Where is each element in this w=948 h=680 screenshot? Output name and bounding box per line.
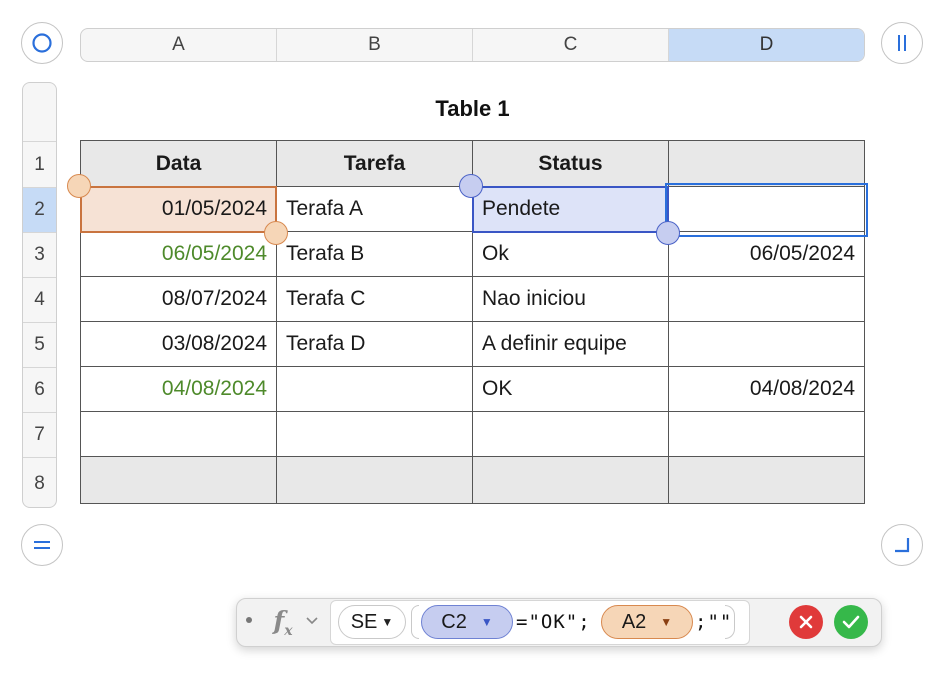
- cell-d3[interactable]: 06/05/2024: [668, 231, 865, 277]
- reference-handle-a2-start[interactable]: [67, 174, 91, 198]
- paren-open: [411, 605, 419, 639]
- cell-a4[interactable]: 08/07/2024: [80, 276, 277, 322]
- function-icon[interactable]: fx: [268, 604, 298, 640]
- table-resize-button[interactable]: [881, 524, 923, 566]
- corner-resize-icon: [895, 538, 910, 553]
- header-cell-d[interactable]: [668, 140, 865, 187]
- cell-a2[interactable]: 01/05/2024: [80, 186, 277, 232]
- table-row: 04/08/2024 OK 04/08/2024: [80, 366, 865, 412]
- column-header-c[interactable]: C: [473, 29, 669, 61]
- cell-a7[interactable]: [80, 411, 277, 457]
- cell-d6[interactable]: 04/08/2024: [668, 366, 865, 412]
- cell-d4[interactable]: [668, 276, 865, 322]
- column-header-b[interactable]: B: [277, 29, 473, 61]
- circle-select-all-icon: [32, 33, 52, 53]
- reference-token-label: C2: [441, 610, 467, 633]
- cancel-button[interactable]: [789, 605, 823, 639]
- column-header-d[interactable]: D: [669, 29, 864, 61]
- cancel-x-icon: [799, 615, 813, 629]
- row-header-4[interactable]: 4: [23, 277, 56, 322]
- row-header-6[interactable]: 6: [23, 367, 56, 412]
- add-column-button[interactable]: [881, 22, 923, 64]
- column-resize-icon: [898, 35, 906, 51]
- caret-down-icon: ▼: [660, 615, 673, 629]
- header-cell-status[interactable]: Status: [472, 140, 669, 187]
- accept-check-icon: [842, 615, 860, 629]
- cell-d8[interactable]: [668, 456, 865, 504]
- function-name: SE: [350, 610, 378, 633]
- select-all-button[interactable]: [21, 22, 63, 64]
- cell-c5[interactable]: A definir equipe: [472, 321, 669, 367]
- footer-row: [80, 456, 865, 504]
- row-header-1[interactable]: 1: [23, 141, 56, 187]
- chevron-down-icon[interactable]: [303, 610, 321, 632]
- cell-c3[interactable]: Ok: [472, 231, 669, 277]
- cell-d7[interactable]: [668, 411, 865, 457]
- cell-a6[interactable]: 04/08/2024: [80, 366, 277, 412]
- cell-a3[interactable]: 06/05/2024: [80, 231, 277, 277]
- cell-d5[interactable]: [668, 321, 865, 367]
- formula-operator-text: ="OK";: [516, 611, 591, 633]
- table-row: 03/08/2024 Terafa D A definir equipe: [80, 321, 865, 367]
- add-row-button[interactable]: [21, 524, 63, 566]
- caret-down-icon: ▼: [381, 615, 394, 629]
- column-header-bar: A B C D: [80, 28, 865, 62]
- caret-down-icon: ▼: [480, 615, 493, 629]
- cell-b4[interactable]: Terafa C: [276, 276, 473, 322]
- cell-c8[interactable]: [472, 456, 669, 504]
- reference-handle-c2-end[interactable]: [656, 221, 680, 245]
- row-header-5[interactable]: 5: [23, 322, 56, 367]
- row-header-8[interactable]: 8: [23, 457, 56, 507]
- row-resize-icon: [34, 541, 50, 549]
- table-row: 08/07/2024 Terafa C Nao iniciou: [80, 276, 865, 322]
- table-row: [80, 411, 865, 457]
- column-header-a[interactable]: A: [81, 29, 277, 61]
- function-token-se[interactable]: SE ▼: [338, 605, 406, 639]
- row-header-3[interactable]: 3: [23, 232, 56, 277]
- table-row: 06/05/2024 Terafa B Ok 06/05/2024: [80, 231, 865, 277]
- cell-b2[interactable]: Terafa A: [276, 186, 473, 232]
- cell-b5[interactable]: Terafa D: [276, 321, 473, 367]
- cell-c4[interactable]: Nao iniciou: [472, 276, 669, 322]
- cell-a5[interactable]: 03/08/2024: [80, 321, 277, 367]
- reference-handle-c2-start[interactable]: [459, 174, 483, 198]
- reference-token-c2[interactable]: C2 ▼: [421, 605, 513, 639]
- accept-button[interactable]: [834, 605, 868, 639]
- cell-c6[interactable]: OK: [472, 366, 669, 412]
- cell-c2[interactable]: Pendete: [472, 186, 669, 232]
- reference-token-label: A2: [621, 610, 647, 633]
- cell-b7[interactable]: [276, 411, 473, 457]
- table-title[interactable]: Table 1: [80, 96, 865, 122]
- reference-handle-a2-end[interactable]: [264, 221, 288, 245]
- row-header-bar: 1 2 3 4 5 6 7 8: [22, 82, 57, 508]
- cell-b8[interactable]: [276, 456, 473, 504]
- cell-b6[interactable]: [276, 366, 473, 412]
- row-header-7[interactable]: 7: [23, 412, 56, 457]
- cell-a8[interactable]: [80, 456, 277, 504]
- header-cell-tarefa[interactable]: Tarefa: [276, 140, 473, 187]
- cell-d2[interactable]: [668, 186, 865, 232]
- paren-close: [725, 605, 735, 639]
- header-cell-data[interactable]: Data: [80, 140, 277, 187]
- row-header-2[interactable]: 2: [23, 187, 56, 232]
- reference-token-a2[interactable]: A2 ▼: [601, 605, 693, 639]
- cell-b3[interactable]: Terafa B: [276, 231, 473, 277]
- cell-c7[interactable]: [472, 411, 669, 457]
- drag-dot-icon[interactable]: [246, 617, 252, 623]
